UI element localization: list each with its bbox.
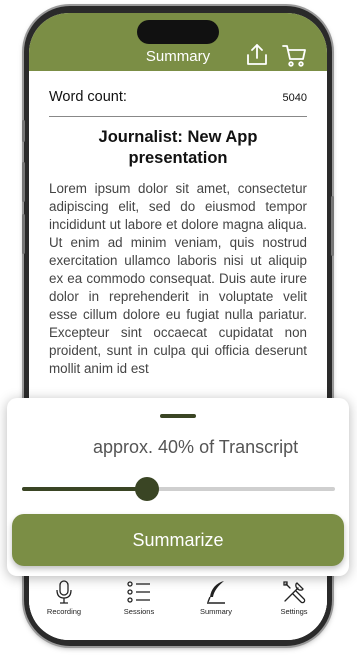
- slider-thumb[interactable]: [135, 477, 160, 501]
- volume-up-button: [22, 162, 25, 202]
- tools-icon: [283, 581, 306, 604]
- microphone-icon: [56, 580, 72, 604]
- document-body[interactable]: Lorem ipsum dolor sit amet, consectetur …: [49, 180, 307, 396]
- dynamic-island: [137, 20, 219, 44]
- share-icon[interactable]: [243, 41, 271, 69]
- quill-icon: [207, 581, 225, 604]
- tab-settings[interactable]: Settings: [259, 579, 327, 616]
- word-count-label: Word count:: [49, 89, 127, 105]
- summary-length-slider[interactable]: [22, 487, 335, 491]
- volume-down-button: [22, 214, 25, 254]
- list-icon: [127, 581, 150, 603]
- tab-label: Sessions: [123, 607, 155, 616]
- tab-recording[interactable]: Recording: [29, 579, 99, 616]
- summary-sheet: approx. 40% of Transcript Summarize: [7, 398, 349, 576]
- summarize-button[interactable]: Summarize: [12, 514, 344, 566]
- tab-bar: Recording Sessions Summary Settings: [29, 573, 327, 640]
- tab-label: Summary: [199, 607, 233, 616]
- app-header: Summary: [29, 13, 327, 71]
- slider-fill: [22, 487, 148, 491]
- document-title: Journalist: New App presentation: [98, 128, 258, 167]
- mute-switch: [22, 120, 25, 142]
- summary-length-text: approx. 40% of Transcript: [93, 437, 299, 457]
- tab-label: Settings: [280, 607, 308, 616]
- tab-label: Recording: [46, 607, 82, 616]
- word-count-row: Word count: 5040: [49, 89, 307, 117]
- tab-sessions[interactable]: Sessions: [104, 579, 174, 616]
- power-button: [331, 196, 334, 256]
- sheet-grabber[interactable]: [160, 414, 196, 418]
- word-count-value: 5040: [282, 92, 307, 104]
- cart-icon[interactable]: [280, 41, 308, 69]
- tab-summary[interactable]: Summary: [181, 579, 251, 616]
